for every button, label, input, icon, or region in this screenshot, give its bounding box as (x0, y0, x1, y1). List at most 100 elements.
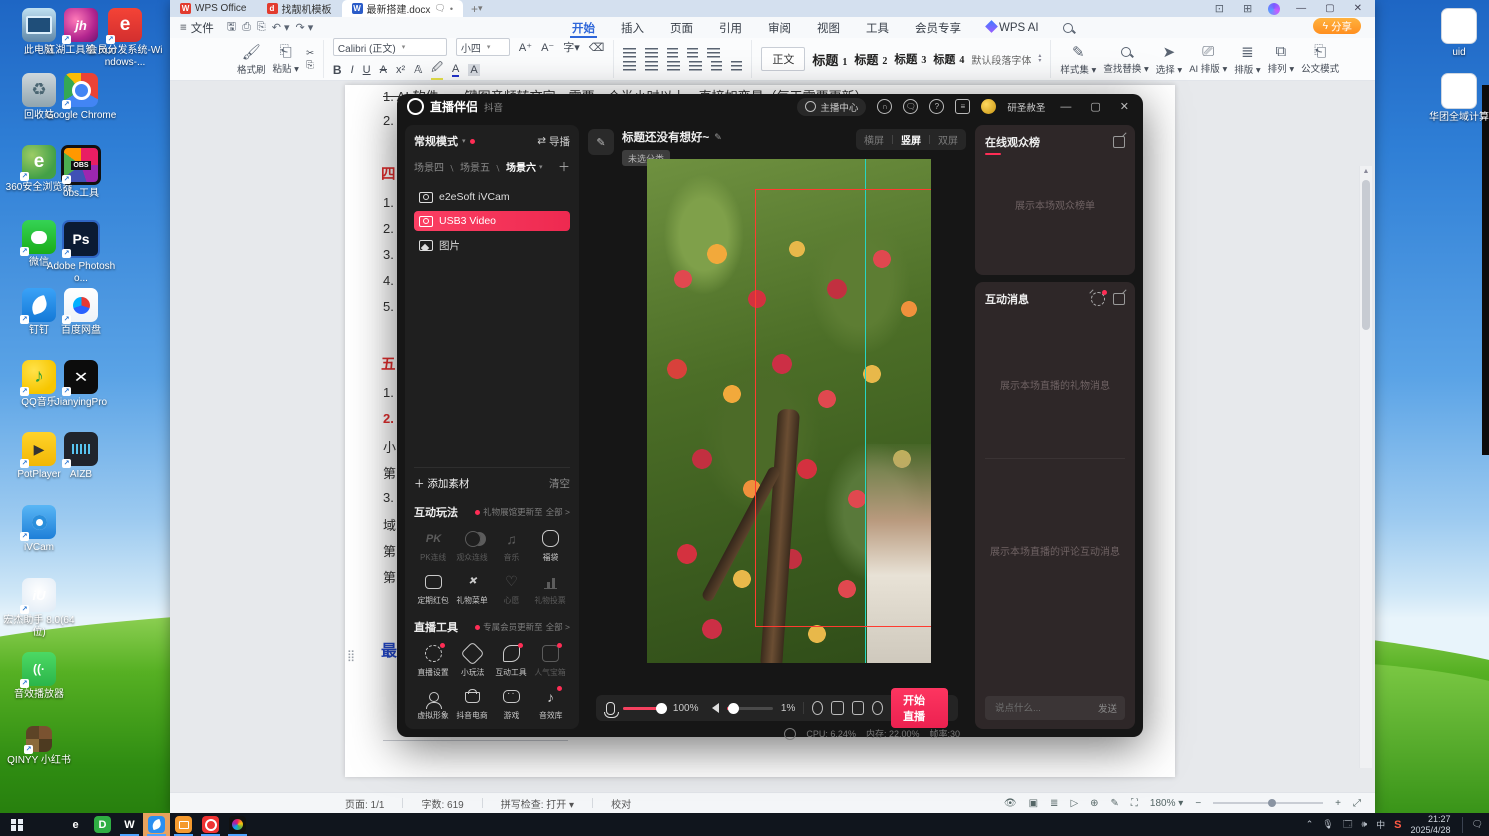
menu-wps-ai[interactable]: WPS AI (985, 19, 1041, 34)
file-menu[interactable]: ≡ 文件 (170, 20, 224, 36)
video-preview[interactable] (647, 159, 931, 663)
feature-lucky-bag[interactable]: 福袋 (531, 530, 570, 563)
spell-check[interactable]: 拼写检查: 打开 ▾ (501, 796, 574, 811)
tray-speaker-icon[interactable]: 🕪 (1361, 819, 1367, 830)
chat-input[interactable] (993, 701, 1092, 715)
settings-gear-icon[interactable] (872, 701, 884, 715)
desktop-icon-photoshop[interactable]: Adobe Photosho... (42, 220, 120, 284)
feature-red-packet[interactable]: 定期红包 (414, 573, 453, 606)
tab-list-chevron[interactable]: ▾ (478, 3, 483, 14)
menu-tools[interactable]: 工具 (864, 20, 891, 36)
bullet-list-icon[interactable] (623, 47, 637, 58)
viewers-tab[interactable]: 在线观众榜 (985, 134, 1040, 150)
proofread[interactable]: 校对 (611, 796, 631, 811)
tray-microphone-icon[interactable]: 🎙 (1322, 819, 1333, 830)
add-scene-button[interactable]: ＋ (558, 158, 570, 175)
comment-icon[interactable]: 🗨 (434, 3, 445, 14)
wps-minimize-button[interactable]: — (1293, 3, 1309, 14)
menu-member[interactable]: 会员专享 (913, 20, 963, 36)
tool-virtual-avatar[interactable]: 虚拟形象 (414, 688, 453, 721)
zoom-slider[interactable] (1213, 799, 1324, 807)
document-scrollbar[interactable]: ▲ (1359, 166, 1372, 768)
menu-review[interactable]: 审阅 (766, 20, 793, 36)
popout-icon[interactable] (1113, 293, 1125, 305)
justify-icon[interactable] (689, 60, 703, 71)
italic-button[interactable]: I (351, 64, 354, 76)
scene-tab-6[interactable]: 场景六 (506, 159, 536, 174)
line-spacing-icon[interactable] (711, 60, 723, 71)
highlight-color-button[interactable]: 🖉 (431, 59, 444, 80)
tab-wps-office[interactable]: W WPS Office (170, 0, 257, 17)
edit-mode-icon[interactable]: ✎ (1111, 798, 1119, 809)
layout-switch-icon[interactable]: ⊡ (1212, 2, 1227, 15)
style-heading2[interactable]: 标题 2 (854, 51, 887, 68)
user-avatar[interactable] (981, 99, 997, 114)
feature-wish[interactable]: ♡ 心愿 (492, 573, 531, 606)
director-button[interactable]: ⇄ 导播 (537, 134, 570, 149)
stream-title[interactable]: 标题还没有想好~ (622, 129, 709, 145)
scroll-up-icon[interactable]: ▲ (1360, 168, 1372, 175)
undo-icon[interactable]: ↶ ▾ (269, 21, 293, 34)
source-image[interactable]: 图片 (414, 235, 570, 255)
taskbar-red-ring-app[interactable] (197, 813, 224, 836)
fullscreen-icon[interactable]: ⤢ (1353, 798, 1361, 809)
align-left-icon[interactable] (623, 60, 637, 71)
taskbar-dingtalk[interactable] (143, 813, 170, 836)
desktop-icon-qinyy[interactable]: QINYY 小红书 (0, 726, 78, 767)
desktop-icon-ivcam[interactable]: iVCam (0, 505, 78, 554)
menu-view[interactable]: 视图 (815, 20, 842, 36)
live-close-button[interactable]: ✕ (1116, 100, 1133, 113)
gallery-scroll-arrows[interactable]: ▴ ▾ (1038, 53, 1041, 64)
style-heading3[interactable]: 标题 3 (894, 51, 926, 67)
paragraph-mark-icon[interactable] (707, 47, 721, 58)
save-icon[interactable]: 🖫 (224, 18, 239, 37)
start-live-button[interactable]: 开始直播 (891, 688, 948, 728)
zoom-in-button[interactable]: + (1335, 798, 1341, 809)
increase-indent-icon[interactable] (687, 47, 699, 58)
typeset-button[interactable]: ≣ 排版 ▾ (1234, 43, 1260, 76)
char-shading-button[interactable]: A (468, 63, 480, 76)
paste-button[interactable]: ⎗ 粘贴 ▾ (273, 43, 299, 75)
select-button[interactable]: ➤ 选择 ▾ (1156, 43, 1182, 76)
orientation-portrait[interactable]: 竖屏 (901, 132, 921, 147)
mic-volume-slider[interactable] (623, 702, 667, 714)
format-painter-button[interactable]: 🖌 格式刷 (237, 43, 266, 76)
font-size-select[interactable]: 小四 ▾ (455, 38, 510, 56)
banner-icon[interactable] (831, 701, 844, 715)
desktop-icon-baidu-netdisk[interactable]: 百度网盘 (42, 288, 120, 337)
cut-copy-buttons[interactable]: ✂ ⎘ (306, 48, 314, 71)
tool-sound-library[interactable]: ♪ 音效库 (531, 686, 570, 721)
orientation-landscape[interactable]: 横屏 (864, 132, 884, 147)
change-case-icon[interactable]: 字▾ (563, 39, 580, 55)
taskbar-green-d-app[interactable]: D (89, 813, 116, 836)
underline-button[interactable]: U (363, 64, 371, 76)
align-center-icon[interactable] (645, 60, 659, 71)
feature-audience-link[interactable]: 观众连线 (453, 530, 492, 563)
tool-live-settings[interactable]: 直播设置 (414, 643, 453, 678)
font-name-select[interactable]: Calibri (正文) ▾ (332, 38, 447, 56)
font-color-button[interactable]: A (452, 63, 460, 77)
mode-selector[interactable]: 常规模式 (414, 133, 458, 149)
web-view-icon[interactable]: ⊕ (1090, 798, 1098, 809)
desktop-icon-chrome[interactable]: Google Chrome (42, 73, 120, 122)
orientation-dual[interactable]: 双屏 (938, 132, 958, 147)
tool-popularity-box[interactable]: 人气宝箱 (531, 643, 570, 678)
start-button[interactable] (0, 813, 34, 836)
taskbar-screen-recorder[interactable] (170, 813, 197, 836)
tray-window-icon[interactable]: 🗔 (1343, 817, 1353, 833)
wps-ai-avatar-icon[interactable] (1268, 2, 1281, 15)
feature-pk[interactable]: PK PK连线 (414, 530, 453, 563)
word-count[interactable]: 字数: 619 (421, 796, 463, 811)
shading-icon[interactable] (731, 60, 743, 71)
decrease-font-icon[interactable]: A⁻ (541, 41, 554, 54)
headset-icon[interactable]: ∩ (877, 99, 893, 114)
paragraph-drag-handle-icon[interactable]: ⣿ (347, 649, 355, 662)
search-icon[interactable] (1062, 22, 1073, 33)
print-icon[interactable]: ⎘ (254, 21, 269, 34)
wps-maximize-button[interactable]: ▢ (1322, 3, 1337, 14)
desktop-icon-spreadsheet[interactable]: 华团全域计算 (1420, 73, 1489, 124)
tab-template-doc[interactable]: d 找靓机模板 (257, 0, 342, 17)
output-icon[interactable]: ⎙ (239, 21, 254, 34)
desktop-icon-sound-player[interactable]: 音效播放器 (0, 652, 78, 701)
tool-douyin-ecommerce[interactable]: 抖音电商 (453, 688, 492, 721)
